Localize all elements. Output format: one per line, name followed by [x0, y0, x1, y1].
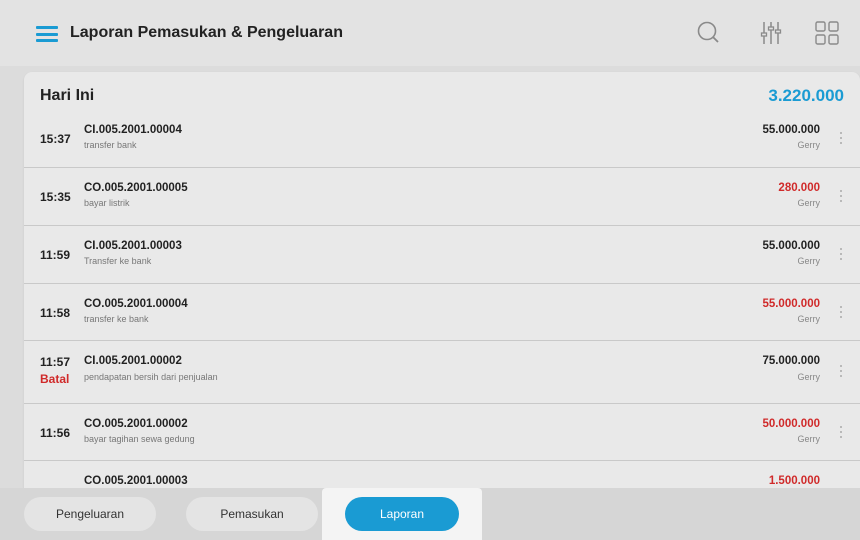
transaction-desc: pendapatan bersih dari penjualan — [84, 372, 218, 382]
transaction-row[interactable]: 11:56 CO.005.2001.00002 bayar tagihan se… — [24, 403, 860, 460]
filter-sliders-icon[interactable] — [756, 18, 786, 48]
transaction-list: 15:37 CI.005.2001.00004 transfer bank 55… — [24, 114, 860, 488]
more-options-icon[interactable] — [834, 130, 848, 146]
transaction-time: 11:59 — [40, 248, 71, 262]
more-options-icon[interactable] — [834, 246, 848, 262]
transaction-user: Gerry — [797, 198, 821, 208]
transaction-desc: bayar tagihan sewa gedung — [84, 434, 195, 444]
transaction-amount: 1.500.000 — [768, 475, 820, 487]
transaction-amount: 55.000.000 — [762, 124, 820, 136]
transaction-row[interactable]: 15:37 CI.005.2001.00004 transfer bank 55… — [24, 114, 860, 167]
transaction-desc: transfer ke bank — [84, 314, 149, 324]
transaction-code: CO.005.2001.00002 — [84, 418, 188, 430]
section-header: Hari Ini 3.220.000 — [24, 72, 860, 114]
more-options-icon[interactable] — [834, 304, 848, 320]
tab-pengeluaran[interactable]: Pengeluaran — [24, 497, 156, 531]
more-options-icon[interactable] — [834, 424, 848, 440]
more-options-icon[interactable] — [834, 188, 848, 204]
transaction-amount: 75.000.000 — [762, 355, 820, 367]
menu-icon[interactable] — [36, 26, 58, 42]
transaction-time: 15:37 — [40, 132, 71, 146]
transaction-desc: transfer bank — [84, 140, 137, 150]
transaction-code: CI.005.2001.00003 — [84, 240, 182, 252]
page-title: Laporan Pemasukan & Pengeluaran — [70, 24, 343, 41]
transaction-code: CO.005.2001.00005 — [84, 182, 188, 194]
grid-view-icon[interactable] — [812, 18, 842, 48]
more-options-icon[interactable] — [834, 363, 848, 379]
transaction-user: Gerry — [797, 314, 821, 324]
status-badge: Batal — [40, 372, 70, 386]
transaction-time: 11:58 — [40, 306, 71, 320]
transaction-user: Gerry — [797, 434, 821, 444]
tab-pemasukan[interactable]: Pemasukan — [186, 497, 318, 531]
transaction-user: Gerry — [797, 140, 821, 150]
transaction-code: CO.005.2001.00003 — [84, 475, 188, 487]
transaction-code: CI.005.2001.00002 — [84, 355, 182, 367]
search-icon[interactable] — [694, 18, 724, 48]
transaction-amount: 280.000 — [778, 182, 820, 194]
transaction-row[interactable]: 11:58 CO.005.2001.00004 transfer ke bank… — [24, 283, 860, 340]
transaction-row[interactable]: 11:59 CI.005.2001.00003 Transfer ke bank… — [24, 225, 860, 283]
tab-laporan[interactable]: Laporan — [345, 497, 459, 531]
transaction-amount: 55.000.000 — [762, 298, 820, 310]
transaction-user: Gerry — [797, 372, 821, 382]
app-header: Laporan Pemasukan & Pengeluaran — [0, 0, 860, 66]
bottom-tab-bar: Pengeluaran Pemasukan Laporan — [0, 488, 860, 540]
transaction-user: Gerry — [797, 256, 821, 266]
transaction-code: CO.005.2001.00004 — [84, 298, 188, 310]
transaction-amount: 55.000.000 — [762, 240, 820, 252]
transaction-amount: 50.000.000 — [762, 418, 820, 430]
transaction-row[interactable]: CO.005.2001.00003 1.500.000 — [24, 460, 860, 488]
section-total: 3.220.000 — [768, 86, 844, 105]
transaction-time: 11:57 — [40, 355, 71, 369]
transaction-row[interactable]: 15:35 CO.005.2001.00005 bayar listrik 28… — [24, 167, 860, 225]
transaction-code: CI.005.2001.00004 — [84, 124, 182, 136]
transaction-desc: Transfer ke bank — [84, 256, 152, 266]
report-panel: Hari Ini 3.220.000 15:37 CI.005.2001.000… — [24, 72, 860, 488]
transaction-desc: bayar listrik — [84, 198, 130, 208]
transaction-time: 15:35 — [40, 190, 71, 204]
transaction-row[interactable]: 11:57 Batal CI.005.2001.00002 pendapatan… — [24, 340, 860, 403]
transaction-time: 11:56 — [40, 426, 71, 440]
section-title: Hari Ini — [40, 87, 95, 104]
